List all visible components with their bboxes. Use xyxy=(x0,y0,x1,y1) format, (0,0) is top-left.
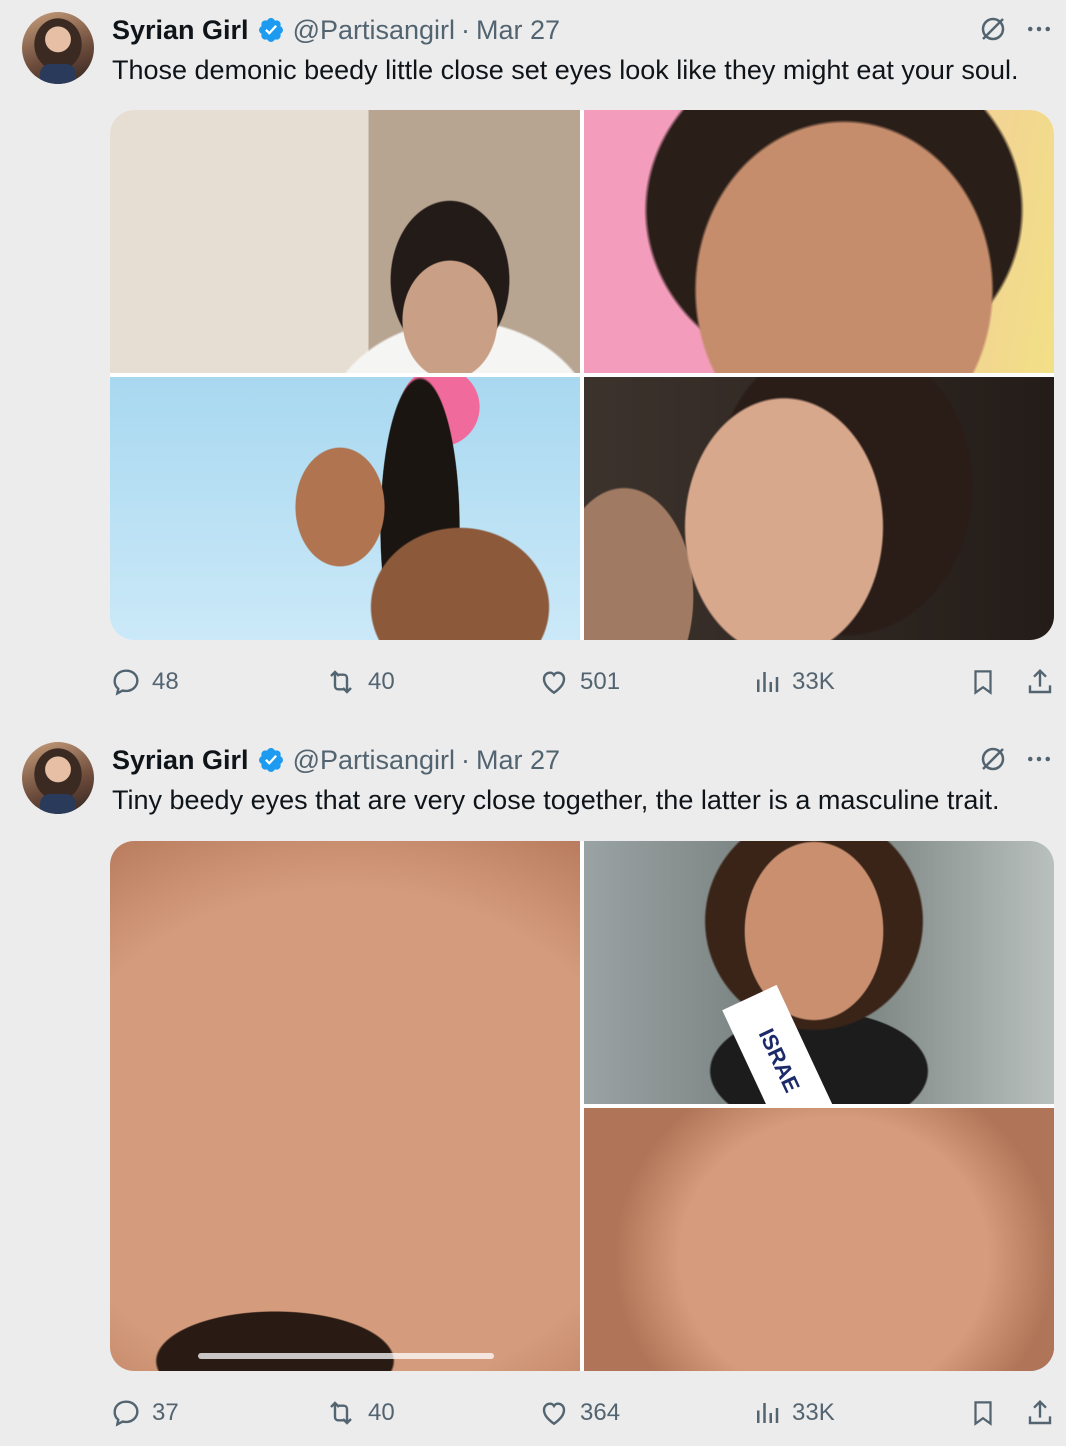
views-icon xyxy=(757,672,779,692)
verified-badge-icon xyxy=(257,746,285,774)
like-icon xyxy=(542,671,566,695)
like-count: 364 xyxy=(580,1399,621,1426)
repost-icon xyxy=(330,670,352,694)
tweet-header: Syrian Girl @Partisangirl · Mar 27 xyxy=(112,742,1046,778)
repost-count: 40 xyxy=(368,668,395,695)
media-photo-1[interactable] xyxy=(110,841,580,1371)
separator-dot: · xyxy=(461,744,471,775)
repost-icon xyxy=(330,1401,352,1425)
reply-button[interactable]: 48 xyxy=(110,666,179,698)
tweet-actions: 48 40 501 33K xyxy=(110,662,1056,702)
views-count: 33K xyxy=(792,668,835,695)
media-photo-3[interactable] xyxy=(110,377,580,640)
tweet-text: Those demonic beedy little close set eye… xyxy=(112,55,1019,85)
reply-count: 37 xyxy=(152,1399,179,1426)
media-photo-4[interactable] xyxy=(584,377,1054,640)
avatar[interactable] xyxy=(22,12,94,84)
reply-icon xyxy=(113,669,139,696)
share-icon[interactable] xyxy=(1024,1397,1056,1429)
like-button[interactable]: 501 xyxy=(538,666,620,698)
media-photo-3[interactable] xyxy=(584,1108,1054,1371)
author-handle[interactable]: @Partisangirl xyxy=(293,15,455,46)
reply-button[interactable]: 37 xyxy=(110,1397,179,1429)
views-count: 33K xyxy=(792,1399,835,1426)
reply-count: 48 xyxy=(152,668,179,695)
repost-count: 40 xyxy=(368,1399,395,1426)
views-button[interactable]: 33K xyxy=(752,1397,835,1429)
media-grid: ISRAE xyxy=(110,841,1054,1371)
tweet-actions: 37 40 364 33K xyxy=(110,1393,1056,1433)
like-count: 501 xyxy=(580,668,621,695)
sash-text: ISRAE xyxy=(722,984,836,1104)
more-icon[interactable] xyxy=(1024,744,1054,774)
reply-icon xyxy=(113,1400,139,1427)
like-icon xyxy=(542,1402,566,1426)
views-button[interactable]: 33K xyxy=(752,666,835,698)
verified-badge-icon xyxy=(257,16,285,44)
tweet-2[interactable]: Syrian Girl @Partisangirl · Mar 27 Tiny … xyxy=(0,730,1066,1446)
more-icon[interactable] xyxy=(1024,14,1054,44)
like-button[interactable]: 364 xyxy=(538,1397,620,1429)
author-handle[interactable]: @Partisangirl xyxy=(293,745,455,776)
views-icon xyxy=(757,1403,779,1423)
grok-icon[interactable] xyxy=(978,744,1008,774)
bookmark-icon[interactable] xyxy=(968,1397,998,1429)
tweet-1[interactable]: Syrian Girl @Partisangirl · Mar 27 Those… xyxy=(0,0,1066,720)
tweet-header-actions xyxy=(978,744,1054,774)
share-icon[interactable] xyxy=(1024,666,1056,698)
tweet-date[interactable]: Mar 27 xyxy=(476,745,560,776)
tweet-text: Tiny beedy eyes that are very close toge… xyxy=(112,785,1000,815)
separator-dot: · xyxy=(461,14,471,45)
bookmark-icon[interactable] xyxy=(968,666,998,698)
tweet-header: Syrian Girl @Partisangirl · Mar 27 xyxy=(112,12,1046,48)
tweet-divider xyxy=(0,720,1066,730)
author-name[interactable]: Syrian Girl xyxy=(112,745,249,776)
media-photo-2[interactable]: ISRAE xyxy=(584,841,1054,1104)
tweet-header-actions xyxy=(978,14,1054,44)
author-name[interactable]: Syrian Girl xyxy=(112,15,249,46)
grok-icon[interactable] xyxy=(978,14,1008,44)
repost-button[interactable]: 40 xyxy=(324,1397,395,1429)
media-grid xyxy=(110,110,1054,640)
media-photo-2[interactable] xyxy=(584,110,1054,373)
avatar[interactable] xyxy=(22,742,94,814)
repost-button[interactable]: 40 xyxy=(324,666,395,698)
carousel-scrollbar[interactable] xyxy=(198,1353,494,1359)
tweet-date[interactable]: Mar 27 xyxy=(476,15,560,46)
media-photo-1[interactable] xyxy=(110,110,580,373)
